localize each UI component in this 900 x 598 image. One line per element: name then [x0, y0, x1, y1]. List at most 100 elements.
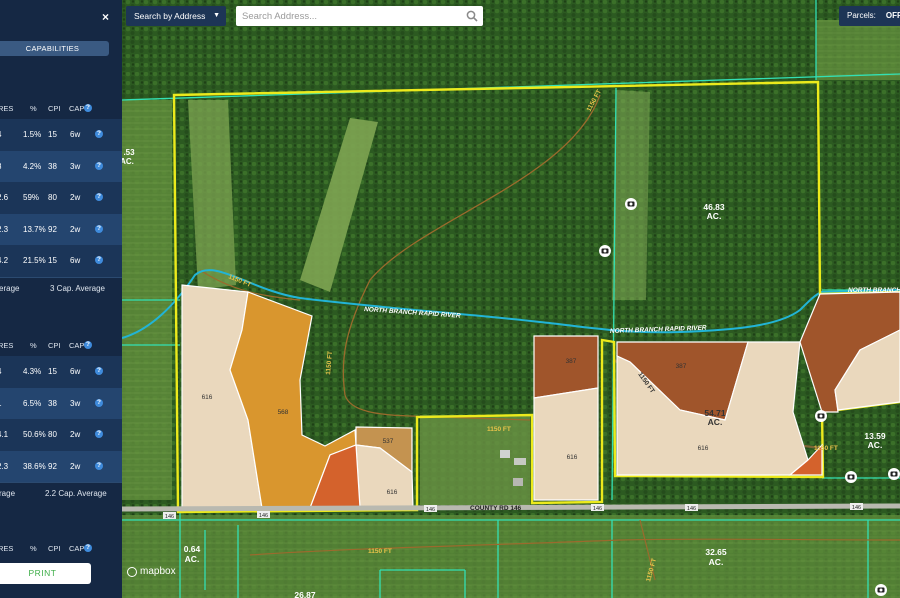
help-icon[interactable]: ?: [95, 193, 103, 201]
cell-cap: 2w: [70, 193, 81, 202]
help-icon[interactable]: ?: [95, 256, 103, 264]
table-row: 2.3 13.7%92 2w?: [0, 213, 122, 245]
contour-label: 1150 FT: [487, 426, 511, 433]
soil-code-label: 616: [202, 394, 213, 401]
close-icon[interactable]: ×: [102, 10, 109, 24]
cell-cpi: 15: [48, 256, 57, 265]
cell-pct: 59%: [23, 193, 40, 202]
soil-code-label: 616: [387, 489, 398, 496]
soil-code-label: 568: [278, 409, 289, 416]
parcels-toggle[interactable]: Parcels: OFF: [839, 6, 900, 26]
cell-pct: 38.6%: [23, 461, 46, 471]
average-label: erage: [0, 283, 20, 293]
search-box[interactable]: [236, 6, 483, 27]
table-row: 2.6 59% 80 2w?: [0, 182, 122, 214]
help-icon[interactable]: ?: [84, 104, 92, 112]
help-icon[interactable]: ?: [95, 430, 103, 438]
cell-cpi: 38: [48, 161, 57, 171]
help-icon[interactable]: ?: [84, 544, 92, 552]
acreage-unit: AC.: [120, 157, 134, 166]
cell-acres: 1: [0, 399, 1, 408]
camera-icon[interactable]: [845, 471, 857, 483]
soil-616-c: [533, 387, 599, 501]
building: [500, 450, 510, 458]
road-label: COUNTY RD 146: [470, 505, 522, 512]
cell-acres: 2.3: [0, 461, 9, 471]
svg-text:146: 146: [593, 506, 602, 512]
search-icon[interactable]: [466, 10, 478, 22]
svg-text:146: 146: [259, 513, 268, 519]
cell-cap: 6w: [70, 367, 81, 376]
cell-cpi: 92: [48, 461, 57, 471]
header-cap: CAP: [69, 544, 85, 553]
camera-icon[interactable]: [875, 584, 887, 596]
cell-cap: 6w: [70, 130, 81, 139]
field-south: [122, 515, 900, 598]
cell-pct: 4.2%: [23, 161, 42, 171]
acreage-unit: AC.: [185, 554, 200, 564]
header-acres: RES: [0, 544, 14, 553]
map-canvas[interactable]: 46.83 AC. 54.71 AC. 13.59 AC. 32.65 AC. …: [0, 0, 900, 598]
cell-cap: 6w: [70, 256, 81, 265]
cell-acres: 4: [0, 367, 1, 376]
acreage-unit: AC.: [868, 440, 883, 450]
soil-387-a: [533, 335, 599, 399]
cell-cap: 2w: [70, 461, 81, 471]
help-icon[interactable]: ?: [84, 341, 92, 349]
help-icon[interactable]: ?: [95, 367, 103, 375]
cell-cpi: 15: [48, 130, 57, 139]
table-row: 2.3 38.6%92 2w?: [0, 450, 122, 482]
search-by-dropdown[interactable]: Search by Address ▼: [126, 6, 226, 26]
cell-cap: 3w: [70, 398, 81, 408]
search-input[interactable]: [236, 6, 464, 27]
building: [513, 478, 523, 486]
table-header: RES % CPI CAP ?: [0, 97, 122, 119]
cell-acres: 4.2: [0, 256, 9, 265]
header-percent: %: [30, 104, 37, 113]
cell-acres: 4.1: [0, 430, 9, 439]
cell-cap: 2w: [70, 224, 81, 234]
camera-icon[interactable]: [625, 198, 637, 210]
camera-icon[interactable]: [815, 410, 827, 422]
mapbox-icon: [127, 566, 137, 577]
cell-cpi: 15: [48, 367, 57, 376]
table-header: RES % CPI CAP ?: [0, 539, 122, 561]
help-icon[interactable]: ?: [95, 398, 103, 407]
capabilities-button[interactable]: CAPABILITIES: [0, 41, 109, 56]
header-cpi: CPI: [48, 104, 61, 113]
svg-text:146: 146: [687, 506, 696, 512]
header-cap: CAP: [69, 104, 85, 113]
clearing-east: [612, 90, 650, 300]
header-cap: CAP: [69, 341, 85, 350]
table-header: RES % CPI CAP ?: [0, 334, 122, 356]
table-row: 4.1 50.6%80 2w?: [0, 419, 122, 451]
acreage-label: 32.65: [705, 547, 727, 557]
print-button[interactable]: PRINT: [0, 563, 91, 584]
search-by-label: Search by Address: [134, 11, 206, 21]
table-row: 1 6.5% 38 3w?: [0, 387, 122, 419]
help-icon[interactable]: ?: [95, 130, 103, 138]
header-cpi: CPI: [48, 544, 61, 553]
acreage-label: .53: [123, 148, 135, 157]
table-row: 8 4.2% 38 3w?: [0, 150, 122, 182]
header-acres: RES: [0, 104, 14, 113]
soil-code-label: 387: [676, 363, 687, 370]
help-icon[interactable]: ?: [95, 461, 103, 470]
acreage-label: 0.64: [184, 544, 201, 554]
mapbox-wordmark: mapbox: [140, 566, 176, 577]
chevron-down-icon: ▼: [213, 12, 220, 19]
table-average: rage 2.2 Cap. Average: [0, 482, 122, 507]
parcels-label: Parcels:: [847, 11, 876, 20]
river-label: NORTH BRANCH RAPID RIVER: [848, 287, 900, 294]
capability-table: RES % CPI CAP ? 4 1.5% 15 6w? 8 4.2% 38 3w? 2.6 5…: [0, 97, 122, 302]
cell-cap: 2w: [70, 430, 81, 439]
camera-icon[interactable]: [888, 468, 900, 480]
building: [514, 458, 526, 465]
cell-pct: 21.5%: [23, 256, 46, 265]
camera-icon[interactable]: [599, 245, 611, 257]
cell-acres: 2.6: [0, 193, 9, 202]
cell-acres: 2.3: [0, 224, 9, 234]
help-icon[interactable]: ?: [95, 161, 103, 170]
farmstead-yard: [420, 415, 530, 505]
help-icon[interactable]: ?: [95, 224, 103, 233]
